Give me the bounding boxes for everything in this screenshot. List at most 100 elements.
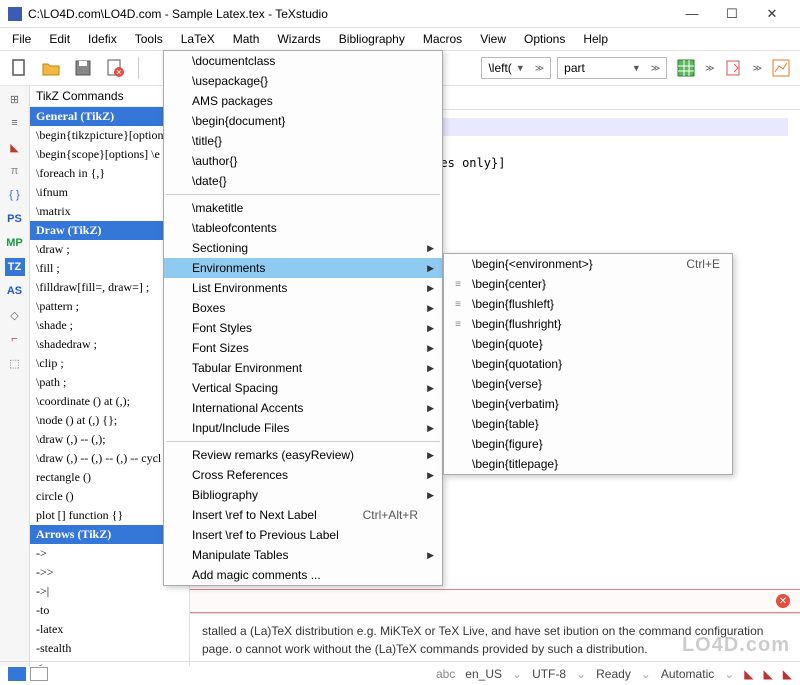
menu-item[interactable]: \usepackage{} bbox=[164, 71, 442, 91]
menu-item[interactable]: \author{} bbox=[164, 151, 442, 171]
pi-icon[interactable]: π bbox=[5, 162, 25, 180]
submenu-item[interactable]: \begin{verbatim} bbox=[444, 394, 732, 414]
submenu-item[interactable]: \begin{figure} bbox=[444, 434, 732, 454]
chart-button[interactable] bbox=[768, 55, 794, 81]
left-delimiter-combo[interactable]: \left(▼≫ bbox=[481, 57, 551, 79]
export-button[interactable] bbox=[721, 55, 747, 81]
misc-icon-1[interactable]: ◇ bbox=[5, 306, 25, 324]
submenu-item[interactable]: ≡\begin{center} bbox=[444, 274, 732, 294]
open-file-button[interactable] bbox=[38, 55, 64, 81]
icon-sidebar: ⊞ ≡ ◣ π { } PS MP TZ AS ◇ ⌐ ⬚ bbox=[0, 86, 30, 666]
menu-item[interactable]: \begin{document} bbox=[164, 111, 442, 131]
submenu-item[interactable]: ≡\begin{flushleft} bbox=[444, 294, 732, 314]
part-combo[interactable]: part▼≫ bbox=[557, 57, 667, 79]
mp-icon[interactable]: MP bbox=[5, 234, 25, 252]
menu-item[interactable]: Add magic comments ... bbox=[164, 565, 442, 585]
menu-item[interactable]: \title{} bbox=[164, 131, 442, 151]
misc-icon-3[interactable]: ⬚ bbox=[5, 354, 25, 372]
tz-icon[interactable]: TZ bbox=[5, 258, 25, 276]
menu-help[interactable]: Help bbox=[575, 30, 616, 48]
view-button-2[interactable] bbox=[30, 667, 48, 681]
structure-icon[interactable]: ⊞ bbox=[5, 90, 25, 108]
menu-item[interactable]: Bibliography▶ bbox=[164, 485, 442, 505]
menu-item[interactable]: Manipulate Tables▶ bbox=[164, 545, 442, 565]
close-button[interactable]: ✕ bbox=[752, 6, 792, 22]
menu-separator bbox=[166, 441, 440, 442]
close-doc-button[interactable]: ✕ bbox=[102, 55, 128, 81]
menu-item[interactable]: Vertical Spacing▶ bbox=[164, 378, 442, 398]
maximize-button[interactable]: ☐ bbox=[712, 6, 752, 22]
submenu-item[interactable]: ≡\begin{flushright} bbox=[444, 314, 732, 334]
menubar: FileEditIdefixToolsLaTeXMathWizardsBibli… bbox=[0, 28, 800, 50]
menu-item[interactable]: \documentclass bbox=[164, 51, 442, 71]
ps-icon[interactable]: PS bbox=[5, 210, 25, 228]
minimize-button[interactable]: — bbox=[672, 6, 712, 21]
submenu-item[interactable]: \begin{verse} bbox=[444, 374, 732, 394]
menu-shortcut: Ctrl+Alt+R bbox=[363, 508, 418, 522]
as-icon[interactable]: AS bbox=[5, 282, 25, 300]
menu-item[interactable]: Sectioning▶ bbox=[164, 238, 442, 258]
submenu-arrow-icon: ▶ bbox=[427, 363, 434, 374]
menu-item[interactable]: Cross References▶ bbox=[164, 465, 442, 485]
save-button[interactable] bbox=[70, 55, 96, 81]
panel-command-item[interactable]: -stealth bbox=[30, 639, 189, 658]
panel-command-item[interactable]: -to bbox=[30, 601, 189, 620]
table-button[interactable] bbox=[673, 55, 699, 81]
menu-item[interactable]: Insert \ref to Previous Label bbox=[164, 525, 442, 545]
submenu-arrow-icon: ▶ bbox=[427, 383, 434, 394]
submenu-item[interactable]: \begin{quotation} bbox=[444, 354, 732, 374]
menu-math[interactable]: Math bbox=[225, 30, 268, 48]
view-button-1[interactable] bbox=[8, 667, 26, 681]
menu-item[interactable]: \date{} bbox=[164, 171, 442, 191]
menu-item[interactable]: Font Sizes▶ bbox=[164, 338, 442, 358]
menu-options[interactable]: Options bbox=[516, 30, 573, 48]
status-lang[interactable]: en_US bbox=[465, 667, 502, 681]
menu-bibliography[interactable]: Bibliography bbox=[331, 30, 413, 48]
menu-item[interactable]: List Environments▶ bbox=[164, 278, 442, 298]
menu-item[interactable]: Review remarks (easyReview)▶ bbox=[164, 445, 442, 465]
menu-item[interactable]: \maketitle bbox=[164, 198, 442, 218]
menu-file[interactable]: File bbox=[4, 30, 39, 48]
bookmark-flag-1[interactable]: ◣ bbox=[744, 667, 753, 681]
menu-macros[interactable]: Macros bbox=[415, 30, 470, 48]
footer-view-buttons bbox=[8, 667, 48, 681]
submenu-arrow-icon: ▶ bbox=[427, 423, 434, 434]
menu-idefix[interactable]: Idefix bbox=[80, 30, 125, 48]
menu-view[interactable]: View bbox=[472, 30, 514, 48]
menu-edit[interactable]: Edit bbox=[41, 30, 78, 48]
menu-item[interactable]: International Accents▶ bbox=[164, 398, 442, 418]
menu-item[interactable]: \tableofcontents bbox=[164, 218, 442, 238]
menu-item[interactable]: Input/Include Files▶ bbox=[164, 418, 442, 438]
submenu-item[interactable]: \begin{quote} bbox=[444, 334, 732, 354]
menu-tools[interactable]: Tools bbox=[127, 30, 171, 48]
status-encoding[interactable]: UTF-8 bbox=[532, 667, 566, 681]
bookmark-icon[interactable]: ◣ bbox=[5, 138, 25, 156]
spellcheck-icon[interactable]: abc bbox=[436, 667, 455, 681]
submenu-arrow-icon: ▶ bbox=[427, 263, 434, 274]
braces-icon[interactable]: { } bbox=[5, 186, 25, 204]
menu-item[interactable]: AMS packages bbox=[164, 91, 442, 111]
menu-item[interactable]: Font Styles▶ bbox=[164, 318, 442, 338]
bookmark-flag-2[interactable]: ◣ bbox=[764, 667, 773, 681]
submenu-item[interactable]: \begin{<environment>}Ctrl+E bbox=[444, 254, 732, 274]
submenu-item[interactable]: \begin{table} bbox=[444, 414, 732, 434]
misc-icon-2[interactable]: ⌐ bbox=[5, 330, 25, 348]
status-auto[interactable]: Automatic bbox=[661, 667, 714, 681]
toolbar-overflow-icon[interactable]: ≫ bbox=[705, 63, 714, 74]
menu-item[interactable]: Tabular Environment▶ bbox=[164, 358, 442, 378]
bookmark-flag-3[interactable]: ◣ bbox=[783, 667, 792, 681]
submenu-arrow-icon: ▶ bbox=[427, 403, 434, 414]
submenu-item[interactable]: \begin{titlepage} bbox=[444, 454, 732, 474]
menu-wizards[interactable]: Wizards bbox=[269, 30, 328, 48]
new-file-button[interactable] bbox=[6, 55, 32, 81]
toolbar-separator bbox=[138, 57, 139, 79]
menu-item[interactable]: Boxes▶ bbox=[164, 298, 442, 318]
sections-icon[interactable]: ≡ bbox=[5, 114, 25, 132]
submenu-arrow-icon: ▶ bbox=[427, 243, 434, 254]
menu-item[interactable]: Environments▶ bbox=[164, 258, 442, 278]
menu-latex[interactable]: LaTeX bbox=[173, 30, 223, 48]
panel-command-item[interactable]: -latex bbox=[30, 620, 189, 639]
error-icon[interactable]: ✕ bbox=[776, 594, 790, 608]
menu-item[interactable]: Insert \ref to Next LabelCtrl+Alt+R bbox=[164, 505, 442, 525]
toolbar-overflow-icon-2[interactable]: ≫ bbox=[753, 63, 762, 74]
